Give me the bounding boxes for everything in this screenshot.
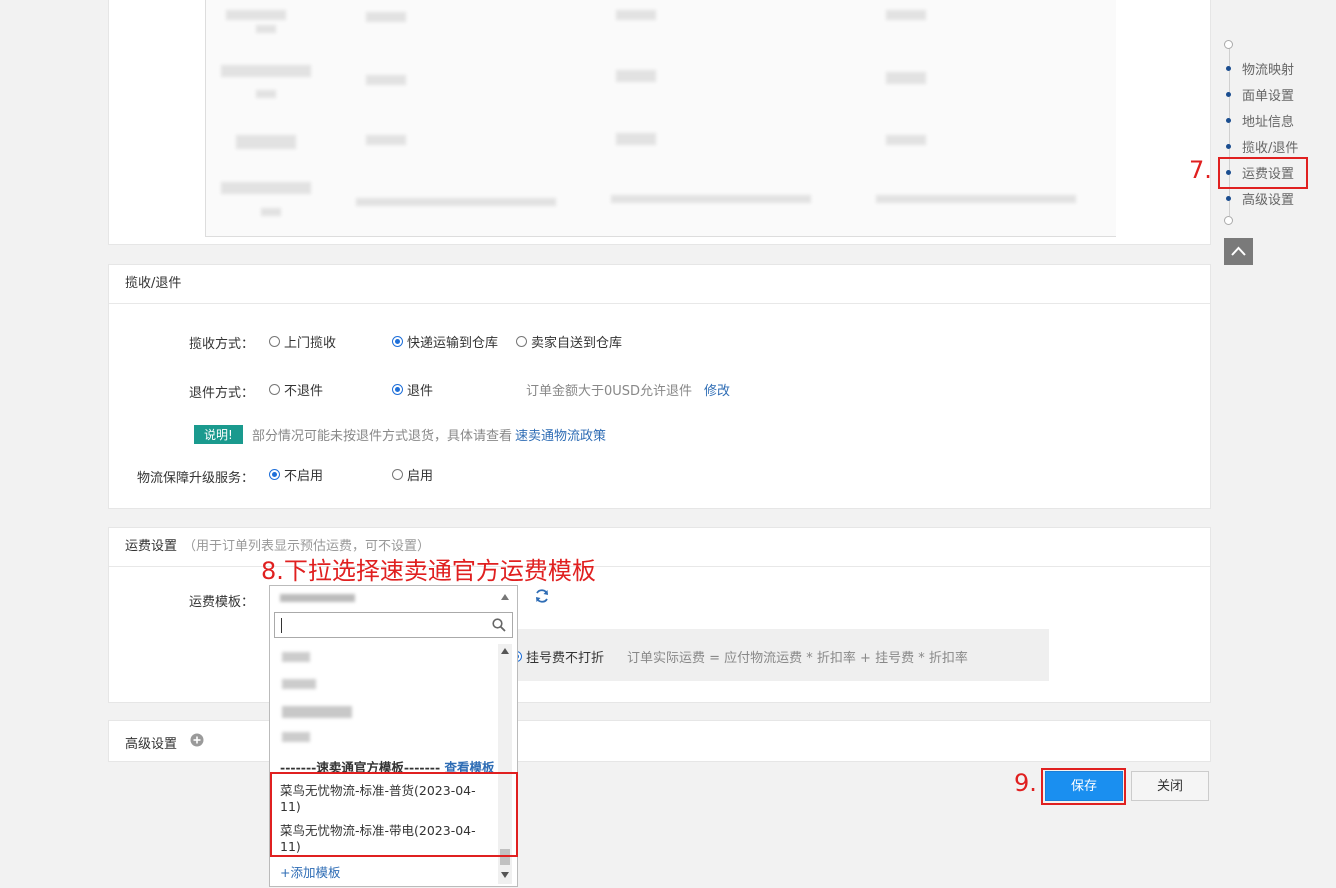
annotation-box-step7	[1218, 157, 1308, 189]
expand-plus-icon[interactable]	[190, 733, 204, 747]
radio-upgrade-disabled[interactable]: 不启用	[269, 465, 323, 484]
radio-upgrade-enabled[interactable]: 启用	[392, 465, 433, 484]
add-template-link[interactable]: +添加模板	[280, 862, 340, 881]
radio-circle	[269, 384, 280, 395]
registration-no-discount-option[interactable]: 挂号费不打折	[511, 647, 604, 666]
nav-start-ring	[1224, 40, 1233, 49]
freight-formula: 订单实际运费 = 应付物流运费 * 折扣率 + 挂号费 * 折扣率	[627, 651, 968, 666]
nav-item-advanced[interactable]: 高级设置	[1226, 189, 1294, 208]
back-to-top-button[interactable]	[1224, 238, 1253, 265]
radio-return[interactable]: 退件	[392, 380, 433, 399]
upgrade-service-label: 物流保障升级服务：	[136, 471, 254, 486]
notice-text: 部分情况可能未按退件方式退货，具体请查看	[252, 429, 513, 444]
notice-badge: 说明!	[194, 425, 243, 444]
nav-item-pickup-return[interactable]: 揽收/退件	[1226, 137, 1298, 156]
text-cursor	[281, 618, 282, 633]
nav-dot	[1226, 92, 1231, 97]
pickup-method-label: 揽收方式：	[188, 337, 254, 352]
panel-title: 揽收/退件	[109, 265, 1210, 304]
nav-dot	[1226, 66, 1231, 71]
radio-circle-checked	[269, 469, 280, 480]
nav-item-logistics-mapping[interactable]: 物流映射	[1226, 59, 1294, 78]
scroll-down-arrow-icon[interactable]	[501, 872, 509, 878]
annotation-box-step8	[270, 772, 518, 857]
nav-dot	[1226, 144, 1231, 149]
search-icon	[492, 618, 506, 632]
annotation-step7: 7.	[1189, 156, 1212, 184]
nav-end-ring	[1224, 216, 1233, 225]
close-button[interactable]: 关闭	[1131, 771, 1209, 801]
scroll-up-arrow-icon[interactable]	[501, 648, 509, 654]
advanced-title: 高级设置	[125, 737, 178, 752]
pickup-return-panel: 揽收/退件 揽收方式： 上门揽收 快递运输到仓库 卖家自送到仓库 退件方式： 不…	[108, 264, 1211, 509]
freight-template-label: 运费模板：	[188, 595, 254, 610]
radio-circle-checked	[392, 384, 403, 395]
logistics-policy-link[interactable]: 速卖通物流政策	[515, 425, 606, 444]
radio-self-delivery[interactable]: 卖家自送到仓库	[516, 332, 622, 351]
radio-circle	[269, 336, 280, 347]
radio-circle	[516, 336, 527, 347]
nav-dot	[1226, 196, 1231, 201]
nav-item-address[interactable]: 地址信息	[1226, 111, 1294, 130]
radio-no-return[interactable]: 不退件	[269, 380, 323, 399]
radio-circle	[392, 469, 403, 480]
annotation-step8: 8.下拉选择速卖通官方运费模板	[261, 557, 596, 585]
return-note: 订单金额大于0USD允许退件	[526, 384, 693, 399]
nav-dot	[1226, 118, 1231, 123]
radio-door-pickup[interactable]: 上门揽收	[269, 332, 336, 351]
caret-up-icon	[501, 594, 509, 600]
discount-settings-box: 挂号费不打折 订单实际运费 = 应付物流运费 * 折扣率 + 挂号费 * 折扣率	[511, 629, 1049, 681]
radio-circle-checked	[392, 336, 403, 347]
annotation-step9: 9.	[1014, 769, 1037, 797]
selected-template-value	[280, 594, 355, 602]
refresh-icon[interactable]	[534, 588, 550, 604]
nav-item-label-settings[interactable]: 面单设置	[1226, 85, 1294, 104]
return-edit-link[interactable]: 修改	[704, 380, 730, 399]
annotation-box-step9	[1041, 768, 1126, 805]
mapping-table	[205, 0, 1116, 237]
chevron-up-icon	[1231, 246, 1246, 256]
dropdown-search-input[interactable]	[274, 612, 513, 638]
freight-template-select[interactable]	[269, 585, 518, 609]
radio-express-to-warehouse[interactable]: 快递运输到仓库	[392, 332, 498, 351]
return-method-label: 退件方式：	[188, 386, 254, 401]
